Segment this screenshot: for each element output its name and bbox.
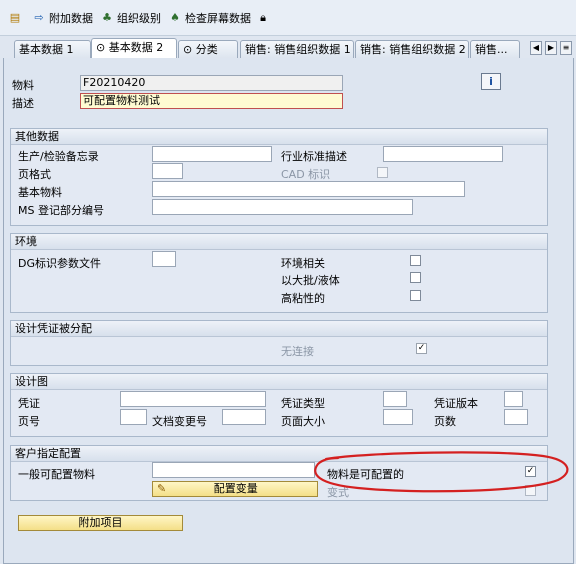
material-label: 物料 xyxy=(12,79,34,92)
lock-icon: 🔒︎ xyxy=(260,11,266,24)
page-format-field[interactable] xyxy=(152,163,183,179)
page-no-label: 页号 xyxy=(18,415,40,428)
page-format-label: 页格式 xyxy=(18,168,51,181)
radio-icon: ⊙ xyxy=(96,41,109,54)
design-docs-group: 设计凭证被分配 xyxy=(10,320,548,366)
industry-desc-field[interactable] xyxy=(383,146,503,162)
page-no-field[interactable] xyxy=(120,409,147,425)
no-link-checkbox[interactable]: ✓ xyxy=(416,343,427,354)
tab-sales-org-2[interactable]: 销售: 销售组织数据 2 xyxy=(355,40,469,58)
design-docs-title: 设计凭证被分配 xyxy=(11,321,547,337)
cad-label: CAD 标识 xyxy=(281,168,331,181)
config-variant-label: 配置变量 xyxy=(213,482,258,495)
env-relevant-checkbox[interactable] xyxy=(410,255,421,266)
page-size-field[interactable] xyxy=(383,409,413,425)
general-config-label: 一般可配置物料 xyxy=(18,468,95,481)
bulk-checkbox[interactable] xyxy=(410,272,421,283)
doc-change-label: 文档变更号 xyxy=(152,415,207,428)
industry-desc-label: 行业标准描述 xyxy=(281,150,347,163)
application-toolbar: ▤ ⇨ 附加数据 ♣ 组织级别 ♠ 检查屏幕数据 🔒︎ xyxy=(0,0,576,36)
environment-group: 环境 xyxy=(10,233,548,313)
additional-data-button[interactable]: ⇨ 附加数据 xyxy=(32,9,93,27)
ms-book-label: MS 登记部分编号 xyxy=(18,204,104,217)
info-icon: i xyxy=(489,75,493,88)
check-screen-data-button[interactable]: ♠ 检查屏幕数据 xyxy=(168,9,251,27)
chevron-left-icon: ◀ xyxy=(532,43,540,52)
general-config-field[interactable] xyxy=(152,462,315,478)
additional-item-label: 附加项目 xyxy=(78,516,123,529)
doc-version-label: 凭证版本 xyxy=(434,397,478,410)
description-field[interactable]: 可配置物料测试 xyxy=(80,93,343,109)
org-levels-button[interactable]: ♣ 组织级别 xyxy=(100,9,161,27)
radio-icon: ⊙ xyxy=(183,43,196,56)
tab-scroll-right-button[interactable]: ▶ xyxy=(545,41,557,55)
lock-button[interactable]: 🔒︎ xyxy=(256,9,270,27)
additional-item-button[interactable]: 附加项目 xyxy=(18,515,183,531)
prod-memo-field[interactable] xyxy=(152,146,272,162)
high-viscous-label: 高粘性的 xyxy=(281,292,325,305)
checkmark-icon: ✓ xyxy=(417,343,426,353)
prod-memo-label: 生产/检验备忘录 xyxy=(18,150,99,163)
material-field[interactable]: F20210420 xyxy=(80,75,343,91)
check-icon: ♠ xyxy=(170,11,180,24)
document-field[interactable] xyxy=(120,391,266,407)
ms-book-field[interactable] xyxy=(152,199,413,215)
tab-sales-org-1[interactable]: 销售: 销售组织数据 1 xyxy=(240,40,354,58)
basic-material-label: 基本物料 xyxy=(18,186,62,199)
design-drawing-title: 设计图 xyxy=(11,374,547,390)
check-screen-data-label: 检查屏幕数据 xyxy=(185,12,251,25)
tabstrip: 基本数据 1 ⊙ 基本数据 2 ⊙ 分类 销售: 销售组织数据 1 销售: 销售… xyxy=(0,38,576,58)
org-structure-icon: ♣ xyxy=(102,11,112,24)
pages-field[interactable] xyxy=(504,409,528,425)
document-label: 凭证 xyxy=(18,397,40,410)
new-doc-button[interactable]: ▤ xyxy=(8,9,22,27)
page-size-label: 页面大小 xyxy=(281,415,325,428)
bulk-label: 以大批/液体 xyxy=(281,274,340,287)
tab-scroll-left-button[interactable]: ◀ xyxy=(530,41,542,55)
basic-material-field[interactable] xyxy=(152,181,465,197)
dg-field[interactable] xyxy=(152,251,176,267)
doc-change-field[interactable] xyxy=(222,409,266,425)
description-label: 描述 xyxy=(12,97,34,110)
pages-label: 页数 xyxy=(434,415,456,428)
dg-label: DG标识参数文件 xyxy=(18,257,101,270)
tab-basic-data-1[interactable]: 基本数据 1 xyxy=(14,40,91,58)
high-viscous-checkbox[interactable] xyxy=(410,290,421,301)
cad-checkbox[interactable] xyxy=(377,167,388,178)
environment-title: 环境 xyxy=(11,234,547,250)
additional-data-label: 附加数据 xyxy=(49,12,93,25)
other-data-title: 其他数据 xyxy=(11,129,547,145)
org-levels-label: 组织级别 xyxy=(117,12,161,25)
list-icon: ≡ xyxy=(562,43,570,52)
tab-classification[interactable]: ⊙ 分类 xyxy=(178,40,238,58)
env-relevant-label: 环境相关 xyxy=(281,257,325,270)
document-edit-icon: ▤ xyxy=(9,11,21,24)
no-link-label: 无连接 xyxy=(281,345,314,358)
red-annotation-ellipse xyxy=(314,451,569,493)
tab-basic-data-2[interactable]: ⊙ 基本数据 2 xyxy=(91,38,177,58)
config-variant-button[interactable]: ✎ 配置变量 xyxy=(152,481,318,497)
doc-type-label: 凭证类型 xyxy=(281,397,325,410)
doc-type-field[interactable] xyxy=(383,391,407,407)
doc-version-field[interactable] xyxy=(504,391,523,407)
edit-icon: ✎ xyxy=(157,482,167,495)
tab-sales-more[interactable]: 销售... xyxy=(470,40,520,58)
info-button[interactable]: i xyxy=(481,73,501,90)
tab-list-button[interactable]: ≡ xyxy=(560,41,572,55)
arrow-right-icon: ⇨ xyxy=(34,11,44,24)
chevron-right-icon: ▶ xyxy=(547,43,555,52)
